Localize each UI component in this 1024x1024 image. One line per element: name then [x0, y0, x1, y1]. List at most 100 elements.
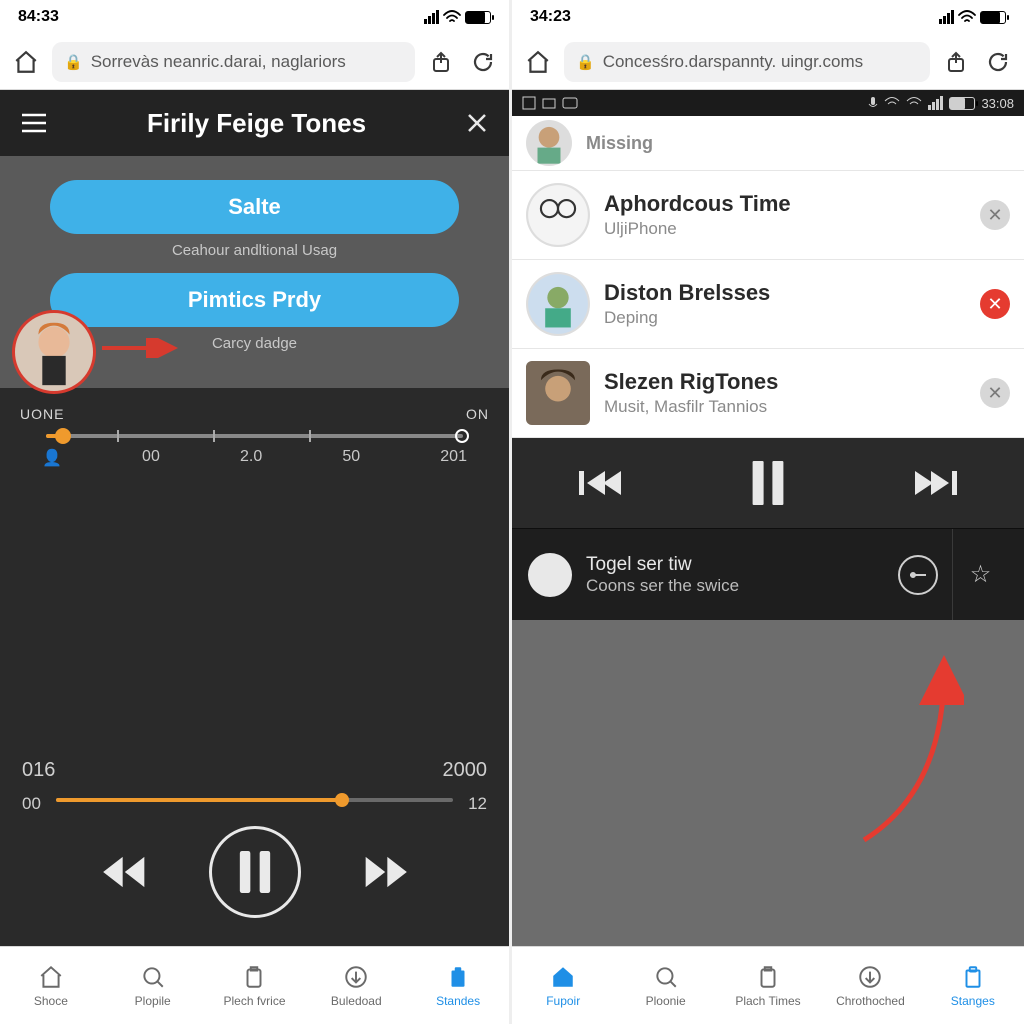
track-subtitle: UljiPhone — [604, 219, 791, 239]
reload-icon[interactable] — [467, 46, 499, 78]
address-bar[interactable]: 🔒 Concesśro.darspannty. uingr.coms — [564, 42, 930, 82]
menu-icon[interactable] — [20, 112, 48, 134]
slider-label-right: ON — [466, 406, 489, 422]
wifi-icon — [906, 97, 922, 109]
left-screenshot: 84:33 🔒 Sorrevàs neanric.darai, naglario… — [0, 0, 512, 1024]
secondary-button[interactable]: Pimtics Prdy — [50, 273, 459, 327]
dismiss-icon[interactable]: ✕ — [980, 378, 1010, 408]
tab-plopile[interactable]: Plopile — [102, 947, 204, 1024]
signal-icon — [424, 10, 439, 24]
track-title: Aphordcous Time — [604, 191, 791, 217]
tab-standes[interactable]: Standes — [407, 947, 509, 1024]
track-title: Missing — [586, 133, 653, 154]
track-thumbnail — [526, 120, 572, 166]
tab-label: Ploonie — [646, 994, 686, 1008]
browser-toolbar: 🔒 Concesśro.darspannty. uingr.coms — [512, 34, 1024, 90]
reload-icon[interactable] — [982, 46, 1014, 78]
tab-plach[interactable]: Plach Times — [717, 947, 819, 1024]
track-title: Diston Brelsses — [604, 280, 770, 306]
url-text: Concesśro.darspannty. uingr.coms — [603, 52, 863, 72]
callout-arrow-icon — [100, 338, 180, 358]
track-thumbnail — [526, 183, 590, 247]
home-icon[interactable] — [10, 46, 42, 78]
now-playing-bar[interactable]: Togel ser tiw Coons ser the swice ☆ — [512, 528, 1024, 620]
playback-controls — [0, 816, 509, 946]
share-icon[interactable] — [425, 46, 457, 78]
tick-b: 2.0 — [240, 448, 262, 468]
time-end: 2000 — [443, 759, 488, 782]
rewind-button[interactable] — [101, 851, 153, 893]
dismiss-icon[interactable]: ✕ — [980, 289, 1010, 319]
progress-left: 00 — [22, 794, 41, 814]
media-control-bar — [512, 438, 1024, 528]
wifi-icon — [958, 10, 976, 24]
tab-chrothoched[interactable]: Chrothoched — [819, 947, 921, 1024]
skip-back-button[interactable] — [575, 465, 623, 501]
tab-label: Chrothoched — [836, 994, 905, 1008]
play-pause-button[interactable] — [209, 826, 301, 918]
promo-panel: Salte Ceahour andltional Usag Pimtics Pr… — [0, 156, 509, 388]
tick-a: 00 — [142, 448, 160, 468]
signal-icon — [939, 10, 954, 24]
share-icon[interactable] — [940, 46, 972, 78]
tab-label: Plech fvrice — [223, 994, 285, 1008]
speed-slider[interactable] — [46, 434, 463, 438]
subtext-1: Ceahour andltional Usag — [50, 242, 459, 259]
wifi-icon — [884, 97, 900, 109]
tab-plech[interactable]: Plech fvrice — [204, 947, 306, 1024]
tab-shoce[interactable]: Shoce — [0, 947, 102, 1024]
battery-icon — [980, 11, 1006, 24]
progress-right: 12 — [468, 794, 487, 814]
signal-icon — [928, 96, 943, 110]
android-status-bar: 33:08 — [512, 90, 1024, 116]
battery-icon — [949, 97, 975, 110]
slider-label-left: UONE — [20, 406, 64, 422]
list-item[interactable]: Slezen RigTonesMusit, Masfilr Tannios ✕ — [512, 349, 1024, 438]
status-time: 34:23 — [530, 8, 571, 26]
tab-buledoad[interactable]: Buledoad — [305, 947, 407, 1024]
wifi-icon — [443, 10, 461, 24]
address-bar[interactable]: 🔒 Sorrevàs neanric.darai, naglariors — [52, 42, 415, 82]
tick-c: 50 — [342, 448, 360, 468]
tab-label: Stanges — [951, 994, 995, 1008]
track-title: Slezen RigTones — [604, 369, 778, 395]
time-start: 016 — [22, 759, 55, 782]
list-item[interactable]: Aphordcous TimeUljiPhone ✕ — [512, 171, 1024, 260]
track-thumbnail — [526, 272, 590, 336]
tab-label: Plach Times — [735, 994, 800, 1008]
tab-stanges[interactable]: Stanges — [922, 947, 1024, 1024]
bottom-tab-bar: Shoce Plopile Plech fvrice Buledoad Stan… — [0, 946, 509, 1024]
browser-toolbar: 🔒 Sorrevàs neanric.darai, naglariors — [0, 34, 509, 90]
ios-status-bar: 84:33 — [0, 0, 509, 34]
primary-button[interactable]: Salte — [50, 180, 459, 234]
tab-ploonie[interactable]: Ploonie — [614, 947, 716, 1024]
right-screenshot: 34:23 🔒 Concesśro.darspannty. uingr.coms — [512, 0, 1024, 1024]
now-playing-title: Togel ser tiw — [586, 554, 739, 576]
forward-button[interactable] — [357, 851, 409, 893]
close-icon[interactable] — [465, 111, 489, 135]
now-playing-subtitle: Coons ser the swice — [586, 576, 739, 596]
pause-button[interactable] — [748, 461, 788, 505]
now-playing-action-icon[interactable] — [898, 555, 938, 595]
android-time: 33:08 — [981, 96, 1014, 111]
list-item[interactable]: Missing — [512, 116, 1024, 171]
slider-section: UONE ON 👤 00 2.0 50 201 — [0, 388, 509, 468]
tick-d: 201 — [440, 448, 467, 468]
tab-label: Plopile — [135, 994, 171, 1008]
playback-progress[interactable] — [56, 798, 453, 802]
favorite-icon[interactable]: ☆ — [952, 529, 1008, 620]
list-item[interactable]: Diston BrelssesDeping ✕ — [512, 260, 1024, 349]
page-title: Firily Feige Tones — [147, 108, 366, 139]
dismiss-icon[interactable]: ✕ — [980, 200, 1010, 230]
avatar[interactable] — [12, 310, 96, 394]
tab-label: Standes — [436, 994, 480, 1008]
status-time: 84:33 — [18, 8, 59, 26]
home-icon[interactable] — [522, 46, 554, 78]
skip-forward-button[interactable] — [913, 465, 961, 501]
url-text: Sorrevàs neanric.darai, naglariors — [91, 52, 346, 72]
cast-icon — [562, 97, 578, 109]
callout-arrow-icon — [844, 650, 964, 850]
ios-status-bar: 34:23 — [512, 0, 1024, 34]
tab-label: Fupoir — [546, 994, 580, 1008]
tab-fupoir[interactable]: Fupoir — [512, 947, 614, 1024]
